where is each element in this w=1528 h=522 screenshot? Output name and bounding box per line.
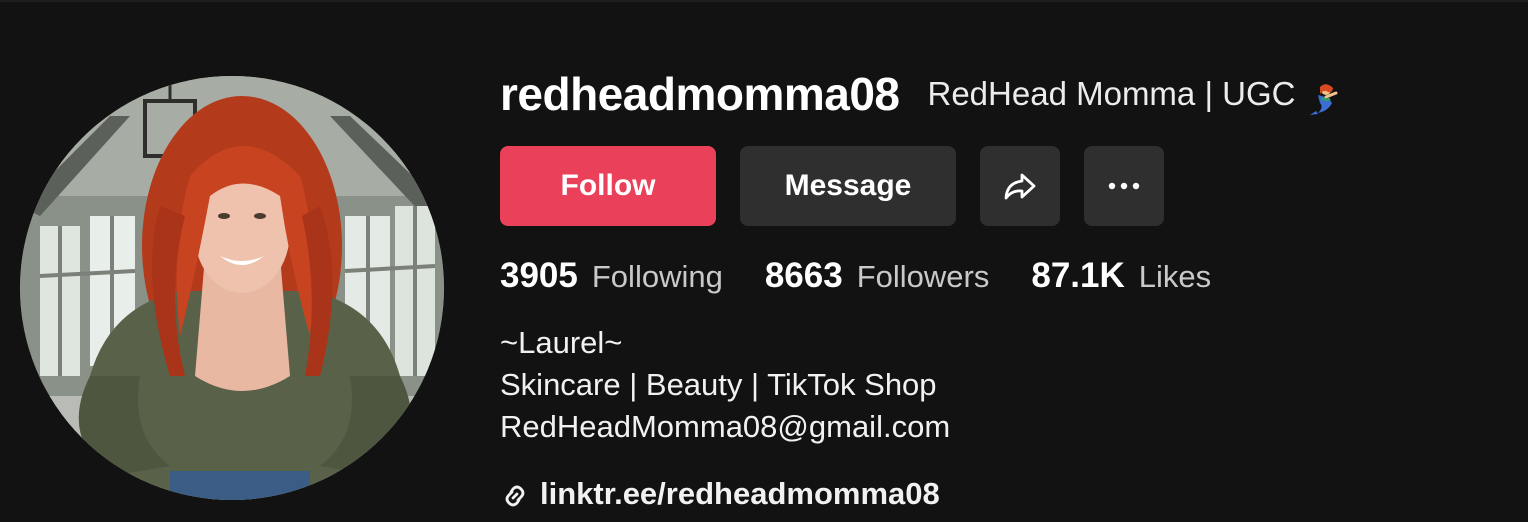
profile-link-text[interactable]: linktr.ee/redheadmomma08 [540,476,940,512]
profile-bio: ~Laurel~ Skincare | Beauty | TikTok Shop… [500,322,950,448]
link-icon [505,485,525,507]
stat-label: Followers [856,259,990,294]
share-icon [1004,173,1036,200]
avatar[interactable] [20,76,444,500]
stat-following[interactable]: 3905 Following [500,256,723,296]
stat-value: 8663 [764,256,843,295]
stat-likes: 87.1K Likes [1031,256,1211,296]
bio-line: ~Laurel~ [500,325,623,360]
stat-value: 3905 [500,256,578,295]
avatar-photo [20,76,444,500]
profile-link[interactable]: linktr.ee/redheadmomma08 [500,472,940,516]
stat-label: Likes [1138,259,1212,294]
profile-actions: Follow Message [500,146,1164,226]
profile-stats: 3905 Following 8663 Followers 87.1K Like… [500,248,1253,304]
more-icon [1108,182,1140,190]
stat-label: Following [591,259,723,294]
top-divider [0,0,1528,2]
mermaid-emoji-icon [1306,76,1342,115]
username: redheadmomma08 [500,68,900,120]
stat-followers[interactable]: 8663 Followers [765,256,990,296]
share-button[interactable] [980,146,1060,226]
nickname-text: RedHead Momma | UGC [927,75,1296,112]
nickname: RedHead Momma | UGC [928,64,1342,124]
profile-name-row: redheadmomma08 RedHead Momma | UGC [500,64,1342,124]
follow-button[interactable]: Follow [500,146,716,226]
bio-line: RedHeadMomma08@gmail.com [500,409,951,444]
stat-value: 87.1K [1031,256,1125,295]
bio-line: Skincare | Beauty | TikTok Shop [500,367,937,402]
more-button[interactable] [1084,146,1164,226]
message-button[interactable]: Message [740,146,956,226]
profile-page: redheadmomma08 RedHead Momma | UGC Follo… [0,0,1528,522]
